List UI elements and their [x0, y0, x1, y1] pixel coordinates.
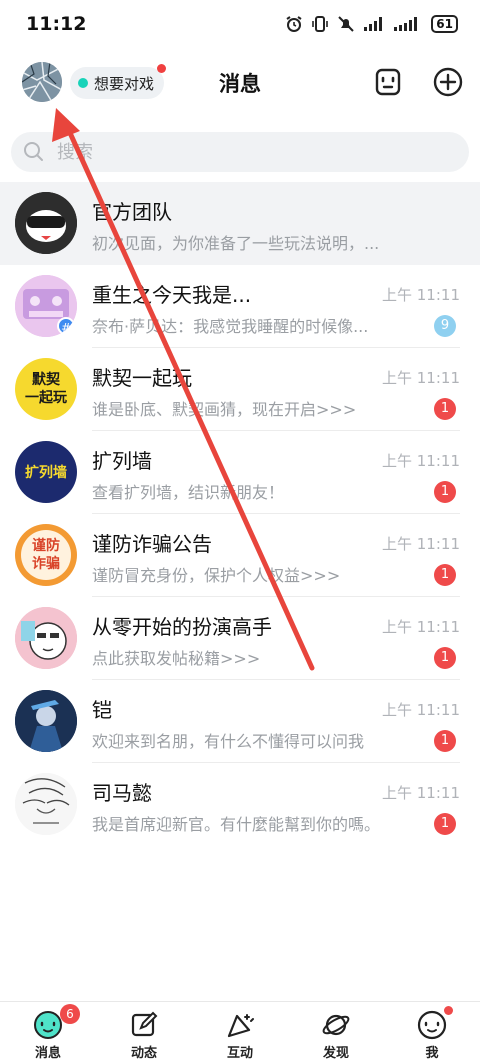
moqi-avatar-text: 默契 一起玩: [25, 372, 67, 406]
vibrate-icon: [312, 16, 329, 32]
tab-notification-dot: [444, 1006, 453, 1015]
conversation-item-official-team[interactable]: 官方团队 初次见面，为你准备了一些玩法说明，...: [0, 182, 480, 265]
kai-avatar-image: [15, 690, 77, 752]
tab-label: 互动: [226, 1046, 253, 1061]
online-status-dot: [78, 78, 88, 88]
interact-icon: [227, 1014, 254, 1038]
conversation-name: 默契一起玩: [92, 366, 192, 390]
unread-badge: 1: [434, 564, 456, 586]
notification-dot: [157, 64, 167, 73]
robot-icon: [375, 68, 401, 96]
profile-icon: [417, 1010, 447, 1040]
signal-icon: [394, 17, 418, 31]
conversation-name: 司马懿: [92, 781, 152, 805]
conversation-time: 上午 11:11: [382, 701, 460, 719]
conversation-name: 铠: [92, 698, 112, 722]
tab-label: 动态: [130, 1046, 157, 1061]
conversation-item-simayi[interactable]: 司马懿 我是首席迎新官。有什麼能幫到你的嗎。 上午 11:11 1: [0, 763, 480, 846]
conversation-item-roleplay-guide[interactable]: 从零开始的扮演高手 点此获取发帖秘籍>>> 上午 11:11 1: [0, 597, 480, 680]
avatar-image: [22, 62, 62, 102]
conversation-preview: 欢迎来到名朋，有什么不懂得可以问我: [92, 732, 365, 751]
conversation-time: 上午 11:11: [382, 784, 460, 802]
conversation-item-group[interactable]: # 重生之今天我是... 奈布·萨贝达：我感觉我睡醒的时候像... 上午 11:…: [0, 265, 480, 348]
tab-discover[interactable]: 发现: [288, 1002, 384, 1061]
unread-badge: 1: [434, 647, 456, 669]
search-bar[interactable]: [11, 132, 469, 172]
conversation-preview: 我是首席迎新官。有什麼能幫到你的嗎。: [92, 815, 381, 834]
conversation-preview: 点此获取发帖秘籍>>>: [92, 649, 261, 668]
status-time: 11:12: [26, 13, 87, 35]
header: 想要对戏 消息: [0, 58, 480, 108]
status-bar: 11:12 61: [0, 0, 480, 48]
mute-icon: [338, 16, 355, 32]
conversation-name: 重生之今天我是...: [92, 283, 252, 307]
avatar: 默契 一起玩: [15, 358, 77, 420]
tab-messages[interactable]: 消息 6: [0, 1002, 96, 1061]
unread-badge: 1: [434, 481, 456, 503]
avatar: [15, 773, 77, 835]
unread-badge: 9: [434, 315, 456, 337]
my-avatar[interactable]: [22, 62, 62, 102]
tab-me[interactable]: 我: [384, 1002, 480, 1061]
simayi-avatar-image: [15, 773, 77, 835]
conversation-preview: 查看扩列墙，结识新朋友！: [92, 483, 285, 502]
conversation-name: 扩列墙: [92, 449, 152, 473]
conversation-item-kai[interactable]: 铠 欢迎来到名朋，有什么不懂得可以问我 上午 11:11 1: [0, 680, 480, 763]
conversation-item-anti-fraud[interactable]: 谨防 诈骗 谨防诈骗公告 谨防冒充身份，保护个人权益>>> 上午 11:11 1: [0, 514, 480, 597]
official-team-avatar-image: [15, 192, 77, 254]
conversation-name: 谨防诈骗公告: [92, 532, 212, 556]
avatar: [15, 607, 77, 669]
tab-interact[interactable]: 互动: [192, 1002, 288, 1061]
search-icon: [24, 142, 43, 161]
kuolie-avatar-text: 扩列墙: [25, 465, 67, 481]
conversation-list: 官方团队 初次见面，为你准备了一些玩法说明，... # 重生之今天我是... 奈…: [0, 182, 480, 846]
status-pill[interactable]: 想要对戏: [70, 64, 167, 99]
conversation-item-moqi[interactable]: 默契 一起玩 默契一起玩 谁是卧底、默契画猜，现在开启>>> 上午 11:11 …: [0, 348, 480, 431]
conversation-item-kuolie[interactable]: 扩列墙 扩列墙 查看扩列墙，结识新朋友！ 上午 11:11 1: [0, 431, 480, 514]
conversation-name: 官方团队: [92, 200, 172, 224]
conversation-preview: 初次见面，为你准备了一些玩法说明，...: [92, 234, 380, 253]
bottom-tab-bar: 消息 6 动态 互动 发现 我: [0, 1001, 480, 1061]
avatar: 扩列墙: [15, 441, 77, 503]
conversation-preview: 奈布·萨贝达：我感觉我睡醒的时候像...: [92, 317, 369, 336]
unread-badge: 1: [434, 813, 456, 835]
status-label: 想要对戏: [94, 74, 155, 93]
tab-label: 消息: [34, 1046, 61, 1061]
conversation-name: 从零开始的扮演高手: [92, 615, 272, 639]
conversation-time: 上午 11:11: [382, 618, 460, 636]
conversation-time: 上午 11:11: [382, 369, 460, 387]
unread-badge: 1: [434, 398, 456, 420]
tab-label: 我: [425, 1046, 439, 1061]
conversation-time: 上午 11:11: [382, 535, 460, 553]
avatar: [15, 192, 77, 254]
conversation-time: 上午 11:11: [382, 286, 460, 304]
conversation-time: 上午 11:11: [382, 452, 460, 470]
add-button[interactable]: [430, 64, 466, 100]
search-input[interactable]: [57, 141, 437, 163]
conversation-preview: 谁是卧底、默契画猜，现在开启>>>: [92, 400, 357, 419]
anti-fraud-avatar-text: 谨防 诈骗: [32, 538, 60, 572]
alarm-icon: [286, 16, 302, 32]
conversation-preview: 谨防冒充身份，保护个人权益>>>: [92, 566, 341, 585]
roleplay-avatar-image: [15, 607, 77, 669]
message-icon: [34, 1011, 62, 1039]
edit-icon: [131, 1011, 158, 1037]
avatar: #: [15, 275, 77, 337]
tab-label: 发现: [322, 1046, 349, 1061]
tab-feed[interactable]: 动态: [96, 1002, 192, 1061]
avatar: [15, 690, 77, 752]
battery-indicator: 61: [431, 15, 458, 33]
group-tag-icon: #: [57, 317, 75, 335]
planet-icon: [322, 1014, 350, 1036]
avatar: 谨防 诈骗: [15, 524, 77, 586]
tab-unread-badge: 6: [60, 1004, 80, 1024]
status-icons: 61: [285, 15, 458, 33]
signal-icon: [364, 17, 383, 31]
plus-circle-icon: [433, 67, 463, 97]
robot-button[interactable]: [370, 64, 406, 100]
unread-badge: 1: [434, 730, 456, 752]
